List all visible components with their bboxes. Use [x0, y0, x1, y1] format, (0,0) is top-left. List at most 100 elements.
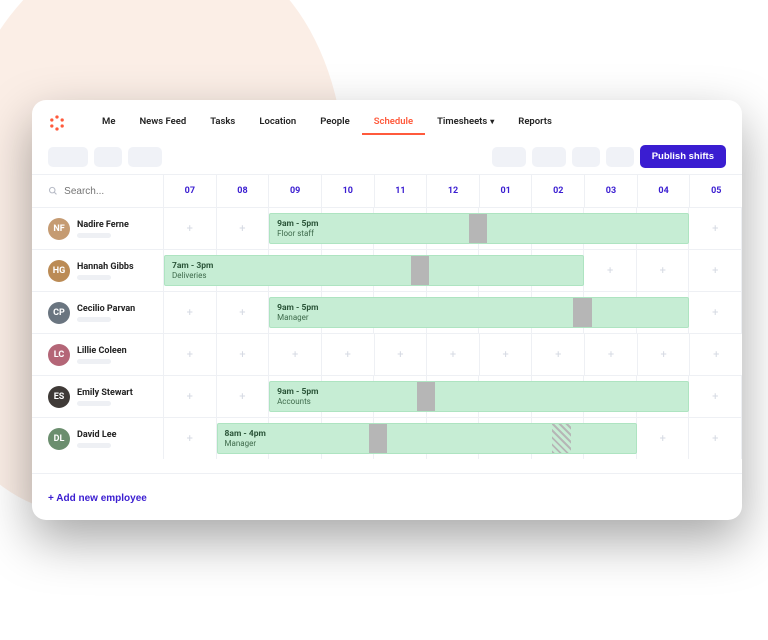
timeline-cell[interactable]: +: [637, 250, 690, 291]
employee-subtitle-skeleton: [77, 233, 111, 238]
timeline-cell[interactable]: +: [689, 376, 742, 417]
timeline-cell[interactable]: +: [689, 250, 742, 291]
timeline-cell[interactable]: +: [164, 292, 217, 333]
timeline-cell[interactable]: +: [164, 334, 217, 375]
add-shift-icon: +: [503, 348, 509, 361]
brand-logo: [48, 114, 66, 132]
add-shift-icon: +: [608, 348, 614, 361]
nav-tab-timesheets[interactable]: Timesheets▾: [425, 110, 506, 135]
timeline-cell[interactable]: +: [164, 376, 217, 417]
employee-cell[interactable]: CPCecilio Parvan: [32, 292, 164, 333]
schedule-grid: 0708091011120102030405 NFNadire Ferne+++…: [32, 174, 742, 520]
employee-cell[interactable]: LCLillie Coleen: [32, 334, 164, 375]
timeline-cell[interactable]: +: [532, 334, 585, 375]
employee-name: Nadire Ferne: [77, 220, 129, 230]
shift-time-label: 9am - 5pm: [277, 387, 681, 397]
search-input[interactable]: [64, 186, 153, 197]
nav-tab-location[interactable]: Location: [247, 110, 308, 135]
employee-name: Emily Stewart: [77, 388, 133, 398]
shift-block[interactable]: 8am - 4pmManager: [217, 423, 637, 454]
shift-time-label: 9am - 5pm: [277, 303, 681, 313]
hour-header-cell: 01: [480, 175, 533, 207]
timeline-cell[interactable]: +: [217, 292, 270, 333]
timeline-cell[interactable]: +: [217, 334, 270, 375]
shift-block[interactable]: 9am - 5pmAccounts: [269, 381, 689, 412]
shift-role-label: Manager: [277, 313, 681, 323]
timeline-cell[interactable]: +: [375, 334, 428, 375]
hour-header-cell: 10: [322, 175, 375, 207]
employee-cell[interactable]: HGHannah Gibbs: [32, 250, 164, 291]
avatar: HG: [48, 260, 70, 282]
grid-footer: + Add new employee: [32, 473, 742, 520]
add-shift-icon: +: [607, 264, 613, 277]
employee-cell[interactable]: NF Nadire Ferne: [32, 208, 164, 249]
nav-tab-me[interactable]: Me: [90, 110, 127, 135]
employee-row: ES Emily Stewart + + +9am - 5pmAccounts: [32, 375, 742, 417]
shift-block[interactable]: 7am - 3pmDeliveries: [164, 255, 584, 286]
timeline-cell[interactable]: +: [164, 418, 217, 459]
add-employee-button[interactable]: + Add new employee: [48, 489, 147, 508]
add-shift-icon: +: [187, 306, 193, 319]
employee-timeline: +++++++++++: [164, 334, 742, 375]
nav-tab-reports[interactable]: Reports: [506, 110, 564, 135]
employee-subtitle-skeleton: [77, 359, 111, 364]
employee-timeline: + + +9am - 5pmFloor staff: [164, 208, 742, 249]
toolbar-skeleton: [532, 147, 566, 167]
nav-tab-schedule[interactable]: Schedule: [362, 110, 425, 135]
shift-block[interactable]: 9am - 5pmFloor staff: [269, 213, 689, 244]
add-shift-icon: +: [187, 222, 193, 235]
timeline-cell[interactable]: +: [638, 334, 691, 375]
avatar: ES: [48, 386, 70, 408]
timeline-cell[interactable]: +: [689, 418, 742, 459]
toolbar-skeleton: [492, 147, 526, 167]
timeline-cell[interactable]: +: [322, 334, 375, 375]
add-shift-icon: +: [239, 390, 245, 403]
timeline-cell[interactable]: +: [689, 208, 742, 249]
toolbar-skeleton: [128, 147, 162, 167]
nav-items: MeNews FeedTasksLocationPeopleScheduleTi…: [90, 110, 564, 135]
timeline-cell[interactable]: +: [584, 250, 637, 291]
hour-header-cell: 07: [164, 175, 217, 207]
add-shift-icon: +: [712, 222, 718, 235]
timeline-cell[interactable]: +: [637, 418, 690, 459]
employee-timeline: + + +9am - 5pmManager: [164, 292, 742, 333]
hour-header-cell: 04: [638, 175, 691, 207]
avatar: NF: [48, 218, 70, 240]
nav-tab-tasks[interactable]: Tasks: [198, 110, 247, 135]
shift-role-label: Deliveries: [172, 271, 576, 281]
schedule-panel: MeNews FeedTasksLocationPeopleScheduleTi…: [32, 100, 742, 520]
toolbar-skeleton: [94, 147, 122, 167]
toolbar: Publish shifts: [32, 135, 742, 174]
break-block: [469, 214, 487, 243]
nav-tab-news-feed[interactable]: News Feed: [127, 110, 198, 135]
hour-header: 0708091011120102030405: [164, 175, 742, 207]
timeline-cell[interactable]: +: [585, 334, 638, 375]
add-shift-icon: +: [712, 306, 718, 319]
timeline-cell[interactable]: +: [164, 208, 217, 249]
timeline-cell[interactable]: +: [427, 334, 480, 375]
shift-role-label: Accounts: [277, 397, 681, 407]
timeline-cell[interactable]: +: [269, 334, 322, 375]
timeline-cell[interactable]: +: [217, 208, 270, 249]
shift-block[interactable]: 9am - 5pmManager: [269, 297, 689, 328]
add-shift-icon: +: [239, 306, 245, 319]
add-shift-icon: +: [239, 348, 245, 361]
timeline-cell[interactable]: +: [480, 334, 533, 375]
add-shift-icon: +: [660, 348, 666, 361]
break-block: [411, 256, 429, 285]
employee-subtitle-skeleton: [77, 401, 111, 406]
timeline-cell[interactable]: +: [217, 376, 270, 417]
employee-subtitle-skeleton: [77, 275, 111, 280]
publish-shifts-button[interactable]: Publish shifts: [640, 145, 726, 168]
hour-header-cell: 05: [690, 175, 742, 207]
add-shift-icon: +: [660, 264, 666, 277]
pending-block: [552, 424, 570, 453]
timeline-cell[interactable]: +: [689, 292, 742, 333]
add-shift-icon: +: [239, 222, 245, 235]
employee-cell[interactable]: DLDavid Lee: [32, 418, 164, 459]
nav-tab-people[interactable]: People: [308, 110, 361, 135]
toolbar-skeleton: [572, 147, 600, 167]
employee-cell[interactable]: ES Emily Stewart: [32, 376, 164, 417]
search-icon: [48, 185, 58, 197]
timeline-cell[interactable]: +: [690, 334, 742, 375]
